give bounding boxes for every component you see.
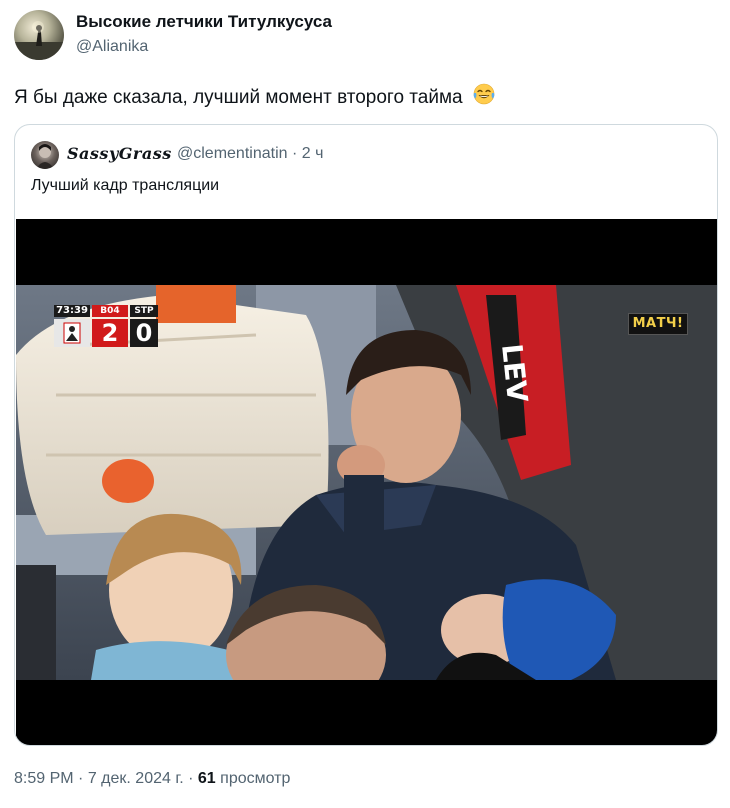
tears-of-joy-emoji-icon — [472, 82, 496, 112]
quoted-author-meta: @clementinatin · 2 ч — [177, 145, 323, 163]
quoted-author-avatar[interactable] — [31, 141, 59, 169]
home-score: 2 — [92, 319, 128, 347]
meta-separator: · — [188, 770, 198, 787]
quoted-tweet-card[interactable]: SassyGrass @clementinatin · 2 ч Лучший к… — [14, 124, 718, 746]
match-scorebug: 73:39 B04 STP 2 0 — [54, 305, 174, 349]
post-date[interactable]: 7 дек. 2024 г. — [88, 770, 184, 787]
broadcaster-logo: МАТЧ! — [628, 313, 688, 335]
quoted-author-handle[interactable]: @clementinatin — [177, 145, 288, 162]
broadcast-frame: LEV 73:39 B04 STP 2 0 МАТЧ! — [16, 285, 717, 680]
quoted-author-name[interactable]: SassyGrass — [67, 144, 172, 163]
tweet-text-content: Я бы даже сказала, лучший момент второго… — [14, 87, 463, 108]
author-name[interactable]: Высокие летчики Титулкусуса — [76, 12, 332, 32]
meta-separator: · — [291, 145, 302, 162]
author-avatar[interactable] — [14, 10, 64, 60]
tweet-metadata: 8:59 PM · 7 дек. 2024 г. · 61 просмотр — [14, 770, 290, 788]
away-score: 0 — [130, 319, 158, 347]
views-count[interactable]: 61 — [198, 770, 216, 787]
match-clock: 73:39 — [54, 305, 90, 317]
quoted-tweet-text: Лучший кадр трансляции — [31, 177, 220, 194]
away-team-code: STP — [130, 305, 158, 317]
author-handle[interactable]: @Alianika — [76, 38, 148, 56]
post-time[interactable]: 8:59 PM — [14, 770, 74, 787]
quoted-time-ago[interactable]: 2 ч — [302, 145, 324, 162]
home-team-code: B04 — [92, 305, 128, 317]
league-logo-icon — [54, 319, 90, 347]
meta-separator: · — [78, 770, 88, 787]
quoted-video-frame[interactable]: LEV 73:39 B04 STP 2 0 МАТЧ! — [16, 219, 717, 745]
views-label: просмотр — [220, 770, 291, 787]
tweet-text: Я бы даже сказала, лучший момент второго… — [14, 82, 496, 112]
svg-text:LEV: LEV — [495, 342, 534, 404]
